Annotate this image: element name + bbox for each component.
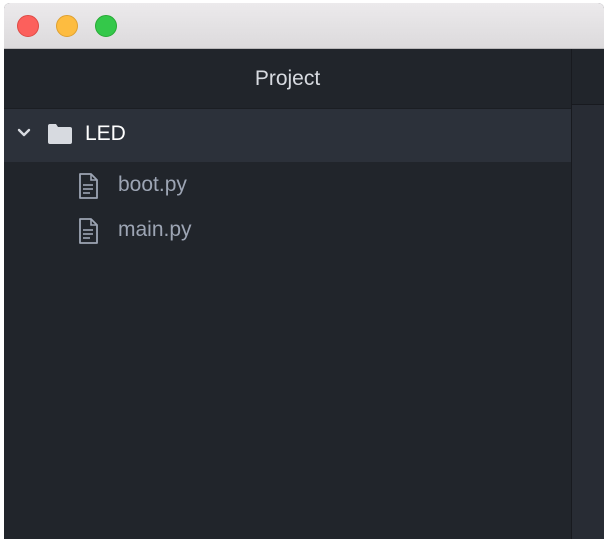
panel-header[interactable]: Project: [4, 49, 571, 109]
editor-tab-bar[interactable]: [572, 49, 604, 105]
file-text-icon: [79, 173, 98, 199]
tree-item-label: LED: [85, 122, 126, 145]
tree-item-label: boot.py: [118, 173, 187, 196]
tree-item-main-py[interactable]: main.py: [4, 212, 571, 252]
editor-pane[interactable]: [571, 49, 604, 539]
zoom-window-button[interactable]: [95, 15, 117, 37]
minimize-window-button[interactable]: [56, 15, 78, 37]
tree-item-boot-py[interactable]: boot.py: [4, 167, 571, 207]
file-text-icon: [79, 218, 98, 244]
close-window-button[interactable]: [17, 15, 39, 37]
panel-title: Project: [254, 66, 321, 90]
editor-window: Project LED boot.py main.py: [4, 3, 604, 539]
project-tree-panel: Project LED boot.py main.py: [4, 49, 571, 539]
chevron-down-icon[interactable]: [15, 124, 33, 142]
tree-item-led-folder[interactable]: LED: [4, 109, 571, 162]
tree-item-label: main.py: [118, 218, 192, 241]
title-bar[interactable]: [4, 3, 604, 49]
folder-icon: [48, 124, 72, 144]
